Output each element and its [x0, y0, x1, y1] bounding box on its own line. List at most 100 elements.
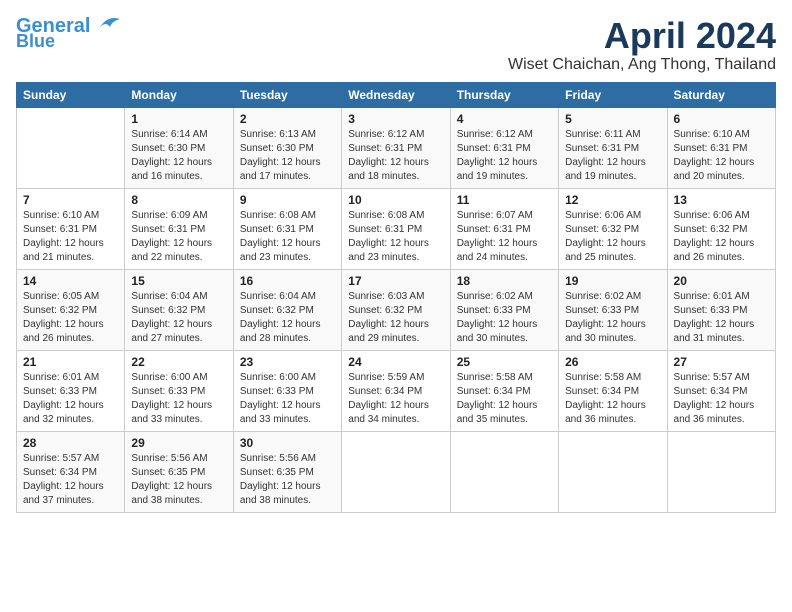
calendar-cell: 2 Sunrise: 6:13 AMSunset: 6:30 PMDaylight…	[233, 107, 341, 188]
day-info: Sunrise: 6:04 AMSunset: 6:32 PMDaylight:…	[131, 290, 226, 346]
page-header: General Blue April 2024 Wiset Chaichan, …	[16, 16, 776, 74]
day-info: Sunrise: 5:56 AMSunset: 6:35 PMDaylight:…	[240, 452, 335, 508]
title-block: April 2024 Wiset Chaichan, Ang Thong, Th…	[508, 16, 776, 74]
day-of-week-header: Monday	[125, 82, 233, 107]
day-info: Sunrise: 5:58 AMSunset: 6:34 PMDaylight:…	[457, 371, 552, 427]
calendar-cell: 29 Sunrise: 5:56 AMSunset: 6:35 PMDayligh…	[125, 431, 233, 512]
day-info: Sunrise: 6:14 AMSunset: 6:30 PMDaylight:…	[131, 128, 226, 184]
day-info: Sunrise: 6:00 AMSunset: 6:33 PMDaylight:…	[240, 371, 335, 427]
day-number: 7	[23, 193, 118, 207]
calendar-cell: 26 Sunrise: 5:58 AMSunset: 6:34 PMDayligh…	[559, 350, 667, 431]
calendar-cell: 9Sunrise: 6:08 AMSunset: 6:31 PMDaylight…	[233, 188, 341, 269]
day-info: Sunrise: 5:58 AMSunset: 6:34 PMDaylight:…	[565, 371, 660, 427]
day-number: 17	[348, 274, 443, 288]
calendar-cell: 23 Sunrise: 6:00 AMSunset: 6:33 PMDayligh…	[233, 350, 341, 431]
day-info: Sunrise: 6:08 AMSunset: 6:31 PMDaylight:…	[348, 209, 443, 265]
day-info: Sunrise: 6:12 AMSunset: 6:31 PMDaylight:…	[457, 128, 552, 184]
calendar-cell: 17Sunrise: 6:03 AMSunset: 6:32 PMDayligh…	[342, 269, 450, 350]
calendar-cell: 16Sunrise: 6:04 AMSunset: 6:32 PMDayligh…	[233, 269, 341, 350]
day-info: Sunrise: 6:00 AMSunset: 6:33 PMDaylight:…	[131, 371, 226, 427]
calendar-cell: 30 Sunrise: 5:56 AMSunset: 6:35 PMDayligh…	[233, 431, 341, 512]
calendar-header-row: SundayMondayTuesdayWednesdayThursdayFrid…	[17, 82, 776, 107]
day-of-week-header: Wednesday	[342, 82, 450, 107]
calendar-cell: 12Sunrise: 6:06 AMSunset: 6:32 PMDayligh…	[559, 188, 667, 269]
logo-blue-text: Blue	[16, 32, 55, 50]
day-of-week-header: Thursday	[450, 82, 558, 107]
day-info: Sunrise: 6:10 AMSunset: 6:31 PMDaylight:…	[23, 209, 118, 265]
day-info: Sunrise: 5:56 AMSunset: 6:35 PMDaylight:…	[131, 452, 226, 508]
calendar-cell	[342, 431, 450, 512]
day-number: 1	[131, 112, 226, 126]
calendar-week-row: 1 Sunrise: 6:14 AMSunset: 6:30 PMDaylight…	[17, 107, 776, 188]
day-info: Sunrise: 5:57 AMSunset: 6:34 PMDaylight:…	[674, 371, 769, 427]
day-info: Sunrise: 6:07 AMSunset: 6:31 PMDaylight:…	[457, 209, 552, 265]
calendar-cell: 1 Sunrise: 6:14 AMSunset: 6:30 PMDaylight…	[125, 107, 233, 188]
day-number: 30	[240, 436, 335, 450]
calendar-cell: 24Sunrise: 5:59 AMSunset: 6:34 PMDayligh…	[342, 350, 450, 431]
day-number: 28	[23, 436, 118, 450]
day-number: 8	[131, 193, 226, 207]
day-info: Sunrise: 6:02 AMSunset: 6:33 PMDaylight:…	[565, 290, 660, 346]
day-number: 15	[131, 274, 226, 288]
day-info: Sunrise: 6:05 AMSunset: 6:32 PMDaylight:…	[23, 290, 118, 346]
day-number: 18	[457, 274, 552, 288]
day-number: 6	[674, 112, 769, 126]
day-number: 19	[565, 274, 660, 288]
day-info: Sunrise: 6:06 AMSunset: 6:32 PMDaylight:…	[674, 209, 769, 265]
day-of-week-header: Friday	[559, 82, 667, 107]
calendar-week-row: 14 Sunrise: 6:05 AMSunset: 6:32 PMDayligh…	[17, 269, 776, 350]
logo-bird-icon	[92, 13, 124, 35]
calendar-cell: 3 Sunrise: 6:12 AMSunset: 6:31 PMDaylight…	[342, 107, 450, 188]
day-number: 16	[240, 274, 335, 288]
calendar-cell: 20Sunrise: 6:01 AMSunset: 6:33 PMDayligh…	[667, 269, 775, 350]
calendar-cell: 15 Sunrise: 6:04 AMSunset: 6:32 PMDayligh…	[125, 269, 233, 350]
day-of-week-header: Sunday	[17, 82, 125, 107]
day-info: Sunrise: 6:09 AMSunset: 6:31 PMDaylight:…	[131, 209, 226, 265]
calendar-week-row: 21 Sunrise: 6:01 AMSunset: 6:33 PMDayligh…	[17, 350, 776, 431]
day-info: Sunrise: 6:01 AMSunset: 6:33 PMDaylight:…	[23, 371, 118, 427]
day-number: 11	[457, 193, 552, 207]
day-number: 23	[240, 355, 335, 369]
day-info: Sunrise: 6:11 AMSunset: 6:31 PMDaylight:…	[565, 128, 660, 184]
calendar-cell: 28 Sunrise: 5:57 AMSunset: 6:34 PMDayligh…	[17, 431, 125, 512]
day-number: 13	[674, 193, 769, 207]
calendar-cell	[559, 431, 667, 512]
logo: General Blue	[16, 16, 124, 50]
day-number: 2	[240, 112, 335, 126]
calendar-cell	[17, 107, 125, 188]
day-info: Sunrise: 6:01 AMSunset: 6:33 PMDaylight:…	[674, 290, 769, 346]
day-number: 29	[131, 436, 226, 450]
day-of-week-header: Saturday	[667, 82, 775, 107]
calendar-week-row: 7 Sunrise: 6:10 AMSunset: 6:31 PMDaylight…	[17, 188, 776, 269]
calendar-cell: 14 Sunrise: 6:05 AMSunset: 6:32 PMDayligh…	[17, 269, 125, 350]
day-number: 3	[348, 112, 443, 126]
day-number: 26	[565, 355, 660, 369]
day-number: 4	[457, 112, 552, 126]
location-title: Wiset Chaichan, Ang Thong, Thailand	[508, 56, 776, 74]
calendar-cell: 21 Sunrise: 6:01 AMSunset: 6:33 PMDayligh…	[17, 350, 125, 431]
day-info: Sunrise: 5:57 AMSunset: 6:34 PMDaylight:…	[23, 452, 118, 508]
calendar-cell: 13 Sunrise: 6:06 AMSunset: 6:32 PMDayligh…	[667, 188, 775, 269]
day-info: Sunrise: 6:12 AMSunset: 6:31 PMDaylight:…	[348, 128, 443, 184]
calendar-cell	[667, 431, 775, 512]
day-number: 10	[348, 193, 443, 207]
day-number: 22	[131, 355, 226, 369]
calendar-cell: 4 Sunrise: 6:12 AMSunset: 6:31 PMDaylight…	[450, 107, 558, 188]
day-info: Sunrise: 6:13 AMSunset: 6:30 PMDaylight:…	[240, 128, 335, 184]
day-number: 14	[23, 274, 118, 288]
calendar-table: SundayMondayTuesdayWednesdayThursdayFrid…	[16, 82, 776, 513]
calendar-cell: 27 Sunrise: 5:57 AMSunset: 6:34 PMDayligh…	[667, 350, 775, 431]
calendar-cell: 7 Sunrise: 6:10 AMSunset: 6:31 PMDaylight…	[17, 188, 125, 269]
calendar-cell: 18 Sunrise: 6:02 AMSunset: 6:33 PMDayligh…	[450, 269, 558, 350]
month-title: April 2024	[508, 16, 776, 56]
calendar-body: 1 Sunrise: 6:14 AMSunset: 6:30 PMDaylight…	[17, 107, 776, 512]
day-info: Sunrise: 6:08 AMSunset: 6:31 PMDaylight:…	[240, 209, 335, 265]
calendar-cell: 19 Sunrise: 6:02 AMSunset: 6:33 PMDayligh…	[559, 269, 667, 350]
day-number: 5	[565, 112, 660, 126]
day-info: Sunrise: 6:02 AMSunset: 6:33 PMDaylight:…	[457, 290, 552, 346]
day-number: 21	[23, 355, 118, 369]
day-number: 25	[457, 355, 552, 369]
calendar-cell: 25 Sunrise: 5:58 AMSunset: 6:34 PMDayligh…	[450, 350, 558, 431]
day-info: Sunrise: 6:10 AMSunset: 6:31 PMDaylight:…	[674, 128, 769, 184]
day-number: 27	[674, 355, 769, 369]
